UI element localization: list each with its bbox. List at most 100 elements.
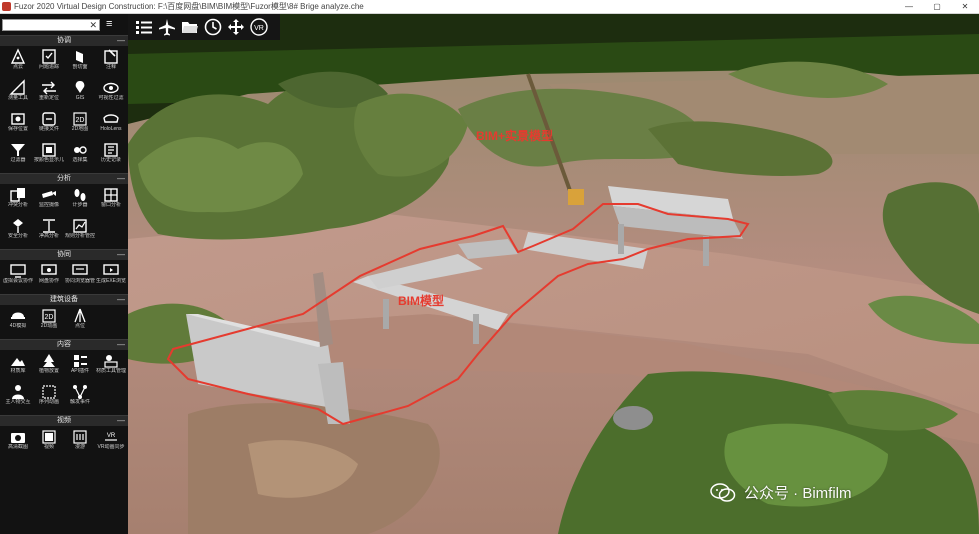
tool-visibility-filter[interactable]: 可视性过滤	[96, 79, 126, 110]
tool-icon-wrap	[40, 383, 58, 399]
hololens-icon	[103, 113, 119, 123]
tool-filter[interactable]: 过滤器	[3, 141, 33, 172]
section-header-3[interactable]: 建筑设备 —	[0, 294, 128, 305]
tool-selection-set[interactable]: 选择集	[65, 141, 95, 172]
tool-map-2d[interactable]: 2D 2D地图	[65, 110, 95, 141]
collab-browser-icon	[72, 263, 88, 275]
app-logo-icon	[2, 2, 11, 11]
tool-collab-browser[interactable]: 协同浏览器管理	[65, 262, 95, 293]
collapse-icon[interactable]: —	[117, 36, 125, 46]
tool-exe-viewer[interactable]: 生成EXE浏览器	[96, 262, 126, 293]
tool-save-position[interactable]: 保存位置	[3, 110, 33, 141]
svg-text:2D: 2D	[76, 117, 85, 124]
tool-material-library[interactable]: 材质库	[3, 352, 33, 383]
section-header-0[interactable]: 协调 —	[0, 35, 128, 46]
tool-icon-wrap	[40, 262, 58, 278]
fly-mode-button[interactable]	[155, 16, 178, 38]
list-view-button[interactable]	[132, 16, 155, 38]
search-row: ✕ ≡	[0, 14, 128, 35]
minimize-button[interactable]: —	[895, 0, 923, 13]
viewport-3d[interactable]: BIM+实景模型 BIM模型	[128, 14, 979, 534]
window-title: Fuzor 2020 Virtual Design Construction: …	[14, 2, 364, 11]
section-header-4[interactable]: 内容 —	[0, 339, 128, 350]
tool-vr-sync[interactable]: VR VR动画同步	[96, 428, 126, 459]
measure-icon	[9, 78, 25, 95]
tool-gis[interactable]: GIS	[65, 79, 95, 110]
tool-camera-monitor[interactable]: 监控摄像	[34, 186, 64, 217]
tool-trigger-event[interactable]: 触发事件	[65, 383, 95, 414]
close-window-button[interactable]: ✕	[951, 0, 979, 13]
tool-label: 计步器	[72, 202, 88, 208]
hamburger-menu-icon[interactable]: ≡	[106, 19, 116, 30]
tool-material-tool[interactable]: 材质工具管理	[96, 352, 126, 383]
collapse-icon[interactable]: —	[117, 416, 125, 426]
tool-label: 序列动画	[38, 399, 59, 405]
section-header-2[interactable]: 协同 —	[0, 249, 128, 260]
sim-4d-icon	[11, 312, 25, 319]
collapse-icon[interactable]: —	[117, 250, 125, 260]
tool-hololens[interactable]: HoloLens	[96, 110, 126, 141]
tool-annotation[interactable]: 注释	[96, 48, 126, 79]
tool-label: 视频	[43, 444, 54, 450]
tool-icon-wrap	[40, 217, 58, 233]
issue-tracking-icon	[42, 48, 56, 64]
tool-video[interactable]: 视频	[34, 428, 64, 459]
tool-issue-tracking[interactable]: 问题追踪	[34, 48, 64, 79]
tool-safety-analysis[interactable]: 安全分析	[3, 217, 33, 248]
trigger-event-icon	[73, 384, 87, 399]
collapse-icon[interactable]: —	[117, 174, 125, 184]
camera-monitor-icon	[42, 190, 56, 198]
vr-button[interactable]: VR	[247, 16, 270, 38]
annotation-label-reality: BIM+实景模型	[476, 129, 554, 143]
rule-analysis-icon	[73, 218, 87, 233]
tool-panel: ✕ ≡ 协调 — 点云 问题追踪 剖切面 注释测量工具 重新定位 GIS 可视性过滤保存位置 链接…	[0, 14, 128, 534]
tool-link-file[interactable]: 链接文件	[34, 110, 64, 141]
tool-icon-wrap	[9, 78, 27, 95]
tool-pedometer[interactable]: 计步器	[65, 186, 95, 217]
open-folder-button[interactable]	[178, 16, 201, 38]
tool-hd-screenshot[interactable]: 高清截图	[3, 428, 33, 459]
time-button[interactable]	[201, 16, 224, 38]
tool-sim-4d[interactable]: 4D模拟	[3, 307, 33, 338]
tool-label: 材质库	[10, 368, 26, 374]
tool-history[interactable]: 历史记录	[96, 141, 126, 172]
material-library-icon	[11, 357, 25, 366]
tool-label: 协同浏览器管理	[65, 278, 95, 284]
tool-relocate[interactable]: 重新定位	[34, 79, 64, 110]
tool-api-plugin[interactable]: API插件	[65, 352, 95, 383]
tool-avatar[interactable]: 主人物交互	[3, 383, 33, 414]
search-clear-button[interactable]: ✕	[89, 19, 97, 31]
plant-placement-icon	[43, 353, 55, 367]
tool-section-plane[interactable]: 剖切面	[65, 48, 95, 79]
tool-walkthrough[interactable]: 漫游	[65, 428, 95, 459]
tool-label: 过滤器	[10, 157, 26, 163]
tool-icon-wrap	[102, 352, 120, 368]
tool-window-analysis[interactable]: 窗口分析	[96, 186, 126, 217]
tool-plant-placement[interactable]: 植物放置	[34, 352, 64, 383]
tool-label: 网盘协作	[38, 278, 59, 284]
tool-label: 材质工具管理	[96, 368, 126, 374]
maximize-button[interactable]: ▢	[923, 0, 951, 13]
tool-color-geometry[interactable]: 按颜色显示几何图形	[34, 141, 64, 172]
tool-label: 植物放置	[38, 368, 59, 374]
section-header-5[interactable]: 视频 —	[0, 415, 128, 426]
tool-animation-2d[interactable]: 2D 2D动画	[34, 307, 64, 338]
tool-measure[interactable]: 测量工具	[3, 78, 33, 110]
collapse-icon[interactable]: —	[117, 295, 125, 305]
move-button[interactable]	[224, 16, 247, 38]
tool-virtual-meeting[interactable]: 虚拟会议协作	[3, 262, 33, 293]
tool-survey-point[interactable]: 点位	[65, 307, 95, 338]
section-header-1[interactable]: 分析 —	[0, 173, 128, 184]
tool-icon-wrap	[40, 186, 58, 202]
search-input[interactable]: ✕	[2, 18, 100, 31]
tool-sequence-animation[interactable]: 序列动画	[34, 383, 64, 414]
tool-clash-analysis[interactable]: 冲突分析	[3, 186, 33, 217]
tool-icon-wrap: 2D	[71, 110, 89, 126]
tool-label: 4D模拟	[9, 323, 27, 329]
section-title: 建筑设备	[50, 296, 78, 303]
tool-rule-analysis[interactable]: 规则分析管控	[65, 217, 95, 248]
tool-cloud-collab[interactable]: 网盘协作	[34, 262, 64, 293]
collapse-icon[interactable]: —	[117, 340, 125, 350]
tool-point-cloud[interactable]: 点云	[3, 47, 33, 79]
tool-clearance-analysis[interactable]: 净高分析	[34, 217, 64, 248]
